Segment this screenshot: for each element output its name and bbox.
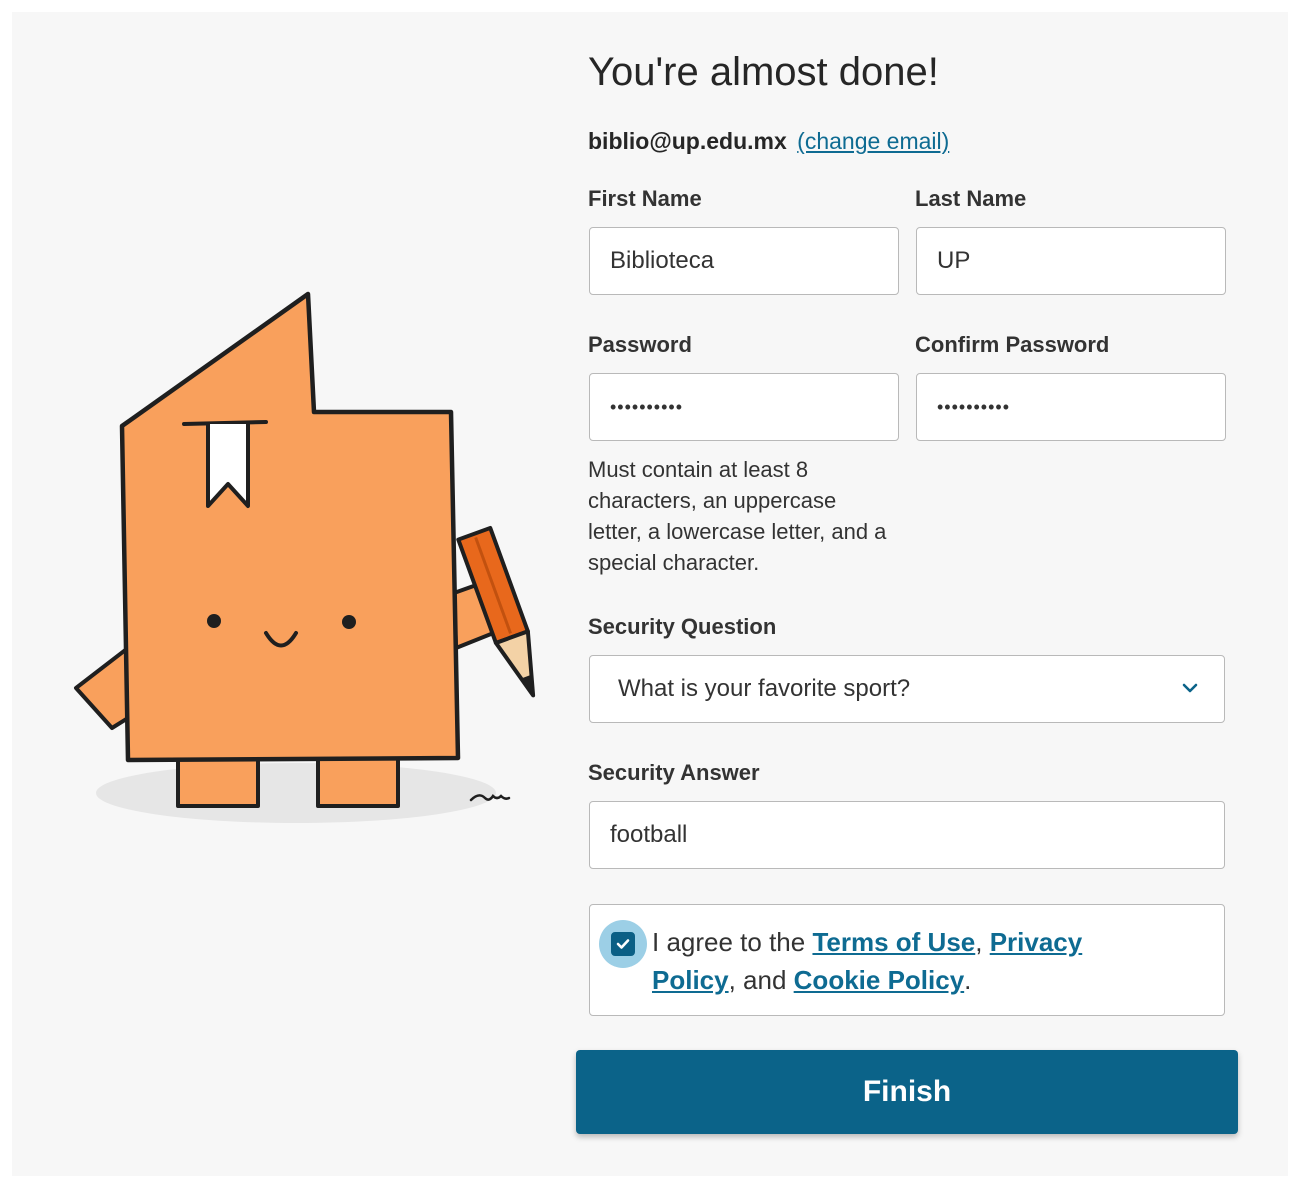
terms-text: I agree to the Terms of Use, Privacy Pol… (652, 923, 1132, 999)
page-title: You're almost done! (588, 50, 939, 94)
terms-agreement-box: I agree to the Terms of Use, Privacy Pol… (589, 904, 1225, 1016)
confirm-password-input[interactable] (916, 373, 1226, 441)
check-icon (616, 939, 630, 949)
confirm-password-label: Confirm Password (915, 332, 1110, 357)
mascot-right-leg (316, 756, 400, 808)
terms-comma: , (975, 927, 990, 957)
security-answer-input[interactable] (589, 801, 1225, 869)
mascot-body (119, 291, 461, 763)
chevron-down-icon (1182, 683, 1198, 693)
first-name-input[interactable] (589, 227, 899, 295)
mascot-eye-right (342, 615, 356, 629)
account-email: biblio@up.edu.mx (588, 128, 787, 154)
security-question-label: Security Question (588, 614, 777, 639)
finish-button[interactable]: Finish (576, 1050, 1238, 1134)
terms-prefix: I agree to the (652, 927, 813, 957)
password-input[interactable] (589, 373, 899, 441)
security-question-value: What is your favorite sport? (618, 675, 911, 702)
mascot-eye-left (207, 614, 221, 628)
terms-period: . (964, 965, 972, 995)
change-email-link[interactable]: (change email) (797, 128, 949, 154)
terms-and: , and (728, 965, 794, 995)
mascot-illustration (74, 291, 536, 823)
first-name-label: First Name (588, 186, 702, 211)
password-label: Password (588, 332, 692, 357)
last-name-label: Last Name (915, 186, 1027, 211)
terms-of-use-link[interactable]: Terms of Use (812, 927, 975, 957)
terms-checkbox[interactable] (599, 920, 647, 968)
email-line: biblio@up.edu.mx (change email) (588, 128, 949, 155)
mascot-shadow (96, 763, 496, 823)
security-answer-label: Security Answer (588, 760, 760, 785)
last-name-input[interactable] (916, 227, 1226, 295)
mascot-left-leg (176, 756, 260, 808)
cookie-policy-link[interactable]: Cookie Policy (794, 965, 965, 995)
security-question-select[interactable]: What is your favorite sport? (589, 655, 1225, 723)
checkbox-box (611, 932, 635, 956)
password-hint: Must contain at least 8 characters, an u… (588, 457, 887, 575)
